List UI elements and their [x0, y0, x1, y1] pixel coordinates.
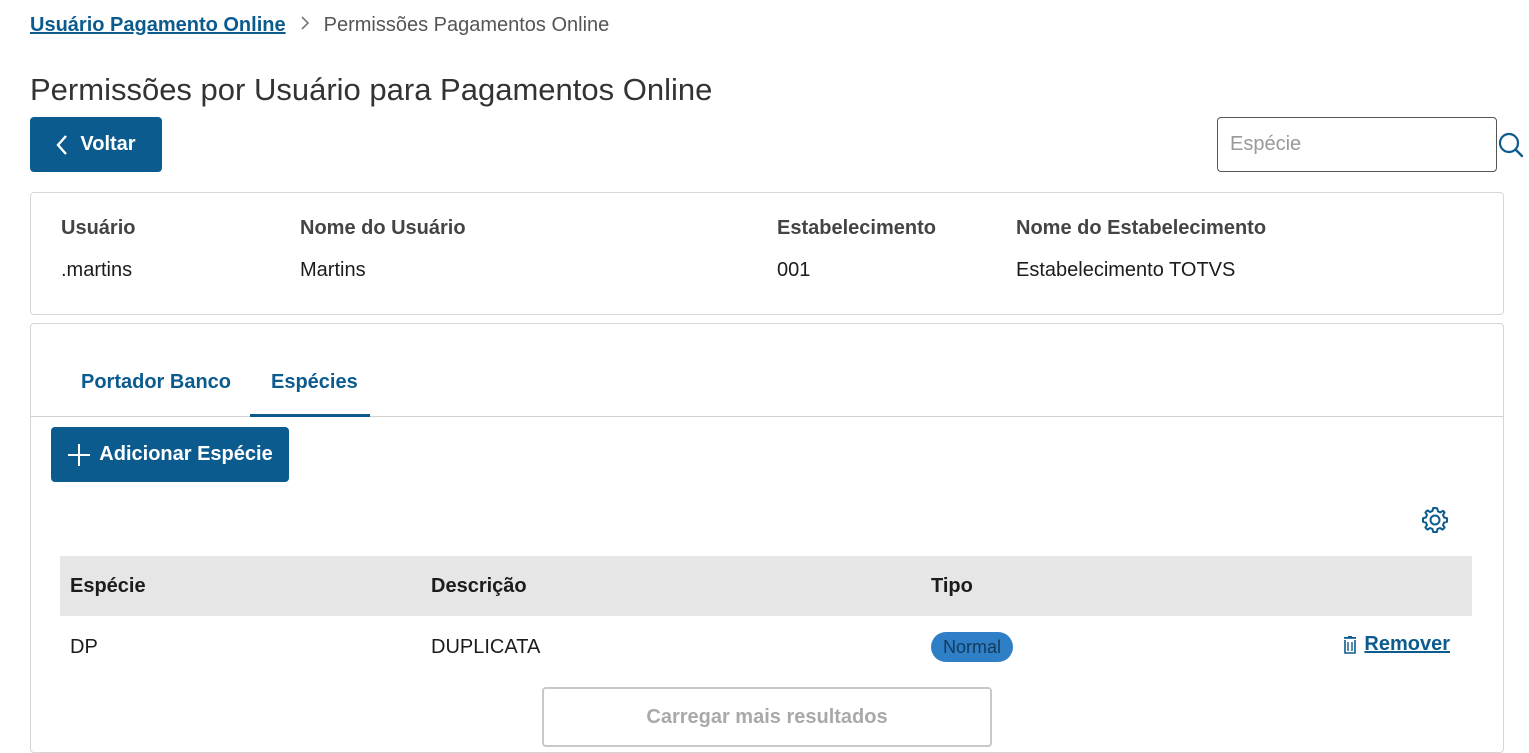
breadcrumb-link-usuario-pagamento[interactable]: Usuário Pagamento Online [30, 14, 286, 37]
column-header-descricao[interactable]: Descrição [431, 575, 527, 598]
breadcrumb-current: Permissões Pagamentos Online [323, 13, 610, 36]
status-badge: Normal [931, 632, 1014, 662]
table-row: DP DUPLICATA Normal Remover [60, 616, 1472, 678]
value-nome-estabelecimento: Estabelecimento TOTVS [1016, 259, 1236, 281]
page-title: Permissões por Usuário para Pagamentos O… [30, 72, 713, 107]
column-header-tipo[interactable]: Tipo [931, 575, 973, 598]
breadcrumb: Usuário Pagamento Online Permissões Paga… [30, 12, 609, 38]
chevron-right-icon [300, 15, 310, 36]
search-input[interactable] [1228, 132, 1497, 157]
value-estabelecimento: 001 [777, 259, 811, 281]
search-field[interactable] [1217, 117, 1524, 172]
back-button[interactable]: Voltar [30, 117, 162, 172]
back-button-label: Voltar [80, 133, 136, 155]
search-icon[interactable] [1497, 131, 1525, 159]
remove-label: Remover [1364, 633, 1450, 655]
load-more-button[interactable]: Carregar mais resultados [542, 687, 992, 747]
label-nome-usuario: Nome do Usuário [300, 217, 466, 239]
user-info-card: Usuário Nome do Usuário Estabelecimento … [30, 192, 1504, 315]
remove-button[interactable]: Remover [1342, 633, 1450, 656]
chevron-left-icon [56, 134, 68, 156]
value-nome-usuario: Martins [300, 259, 366, 281]
label-estabelecimento: Estabelecimento [777, 217, 936, 239]
table-header: Espécie Descrição Tipo [60, 556, 1472, 616]
table-area: Espécie Descrição Tipo DP DUPLICATA Norm… [30, 323, 1504, 747]
label-usuario: Usuário [61, 217, 136, 239]
cell-descricao: DUPLICATA [431, 636, 541, 658]
gear-icon[interactable] [1420, 505, 1450, 535]
label-nome-estabelecimento: Nome do Estabelecimento [1016, 217, 1267, 239]
column-header-especie[interactable]: Espécie [70, 575, 146, 598]
trash-icon [1342, 635, 1358, 654]
value-usuario: .martins [61, 259, 133, 281]
cell-especie: DP [70, 636, 98, 658]
